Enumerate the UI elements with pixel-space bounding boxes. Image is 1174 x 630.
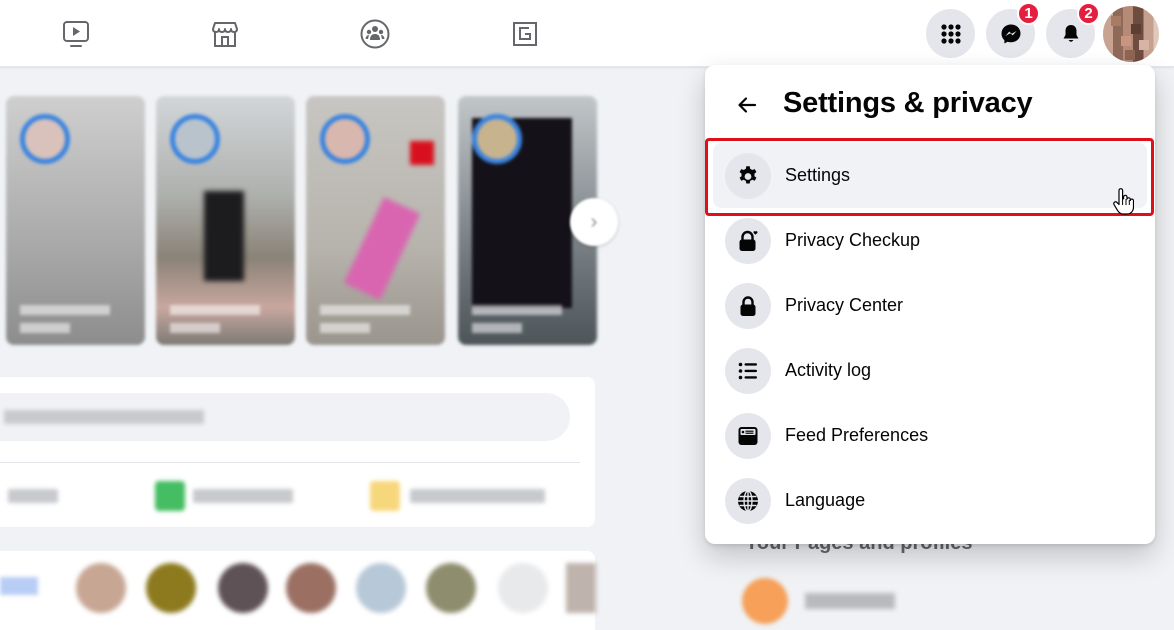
- globe-icon: [738, 489, 758, 512]
- panel-header: Settings & privacy: [705, 65, 1155, 145]
- hand-cursor-icon: [1113, 188, 1134, 215]
- groups-icon: [360, 19, 390, 49]
- contact-avatar[interactable]: [286, 563, 336, 613]
- story-avatar: [472, 114, 522, 164]
- contact-avatar[interactable]: [76, 563, 126, 613]
- post-composer: [0, 377, 595, 527]
- story-card[interactable]: [6, 96, 145, 345]
- nav-tab-groups[interactable]: [350, 12, 400, 56]
- composer-photo-video[interactable]: [155, 477, 305, 513]
- rooms-next-button[interactable]: [498, 563, 548, 613]
- top-navigation-bar: 1 2: [0, 0, 1174, 67]
- menu-item-feed-preferences[interactable]: Feed Preferences: [713, 403, 1147, 468]
- list-icon: [738, 362, 757, 379]
- create-room-button[interactable]: [0, 577, 38, 595]
- story-card[interactable]: [156, 96, 295, 345]
- messenger-button[interactable]: 1: [986, 2, 1040, 58]
- gaming-icon: [513, 22, 537, 46]
- contact-avatar[interactable]: [146, 563, 196, 613]
- story-avatar: [20, 114, 70, 164]
- arrow-left-icon: [738, 97, 757, 113]
- contact-avatar[interactable]: [356, 563, 406, 613]
- menu-item-label: Activity log: [785, 360, 872, 380]
- stories-next-button[interactable]: ›: [570, 198, 618, 246]
- notifications-button[interactable]: 2: [1046, 2, 1100, 58]
- composer-input[interactable]: [0, 393, 570, 441]
- menu-item-privacy-checkup[interactable]: Privacy Checkup: [713, 208, 1147, 273]
- page-avatar[interactable]: [742, 578, 788, 624]
- back-button[interactable]: [729, 87, 765, 123]
- bell-icon: [1063, 24, 1078, 42]
- menu-item-label: Privacy Center: [785, 295, 904, 315]
- feeling-icon: [370, 481, 400, 511]
- contact-avatar[interactable]: [426, 563, 476, 613]
- video-play-icon: [63, 21, 89, 47]
- stories-tray: [0, 96, 600, 346]
- nav-tab-marketplace[interactable]: [200, 12, 250, 56]
- menu-item-label: Language: [785, 490, 866, 510]
- story-avatar: [170, 114, 220, 164]
- menu-item-language[interactable]: Language: [713, 468, 1147, 533]
- profile-avatar[interactable]: [1103, 6, 1159, 62]
- composer-live-video[interactable]: [0, 477, 60, 513]
- notifications-badge: 2: [1077, 2, 1100, 25]
- feed-icon: [738, 426, 758, 445]
- story-avatar: [320, 114, 370, 164]
- menu-item-label: Privacy Checkup: [785, 230, 921, 250]
- menu-item-activity-log[interactable]: Activity log: [713, 338, 1147, 403]
- messenger-icon: [1001, 24, 1020, 43]
- storefront-icon: [212, 22, 238, 47]
- menu-item-privacy-center[interactable]: Privacy Center: [713, 273, 1147, 338]
- nav-tab-gaming[interactable]: [500, 12, 550, 56]
- grid-menu-icon: [940, 23, 961, 44]
- photo-icon: [155, 481, 185, 511]
- menu-item-label: Settings: [785, 165, 851, 185]
- menu-item-settings[interactable]: Settings: [713, 143, 1147, 208]
- contact-avatar[interactable]: [218, 563, 268, 613]
- lock-icon: [740, 295, 756, 316]
- page-name[interactable]: [805, 593, 895, 609]
- menu-button[interactable]: [926, 9, 975, 58]
- menu-item-label: Feed Preferences: [785, 425, 929, 445]
- gear-icon: [739, 165, 757, 183]
- rooms-bar: [0, 551, 596, 630]
- panel-title: Settings & privacy: [783, 87, 1033, 119]
- messenger-badge: 1: [1017, 2, 1040, 25]
- settings-privacy-panel: Settings & privacy Settings Privacy Chec…: [705, 65, 1155, 544]
- settings-menu: Settings Privacy Checkup Privacy Center: [705, 143, 1155, 533]
- nav-tab-watch[interactable]: [51, 12, 101, 56]
- story-card[interactable]: [306, 96, 445, 345]
- contact-avatar[interactable]: [566, 563, 596, 613]
- composer-feeling-activity[interactable]: [370, 477, 550, 513]
- lock-heart-icon: [739, 230, 758, 251]
